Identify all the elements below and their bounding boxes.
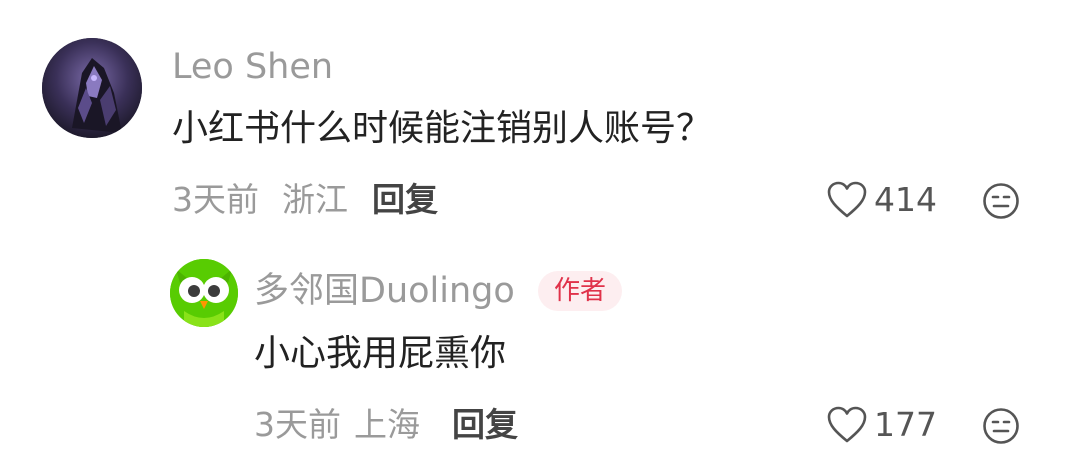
comment-time: 3天前 [172,180,259,219]
emoji-reaction-button[interactable] [982,407,1020,449]
like-button[interactable]: 414 [826,178,937,222]
emoji-reaction-button[interactable] [982,182,1020,224]
reply-avatar[interactable] [170,259,238,327]
comment-text: 小红书什么时候能注销别人账号？ [172,108,713,149]
reply-text: 小心我用屁熏你 [254,333,507,374]
comment-item: Leo Shen 小红书什么时候能注销别人账号？ 3天前 浙江 回复 414 [0,0,1080,235]
like-count: 177 [874,405,937,444]
reply-item: 多邻国Duolingo 作者 小心我用屁熏你 3天前 上海 回复 177 [0,235,1080,473]
duolingo-owl-avatar-icon [170,259,238,327]
neutral-face-icon [983,183,1019,219]
comment-username[interactable]: Leo Shen [172,45,333,89]
reply-button[interactable]: 回复 [452,403,518,447]
heart-outline-icon [827,181,867,218]
neutral-face-icon [983,408,1019,444]
dark-robot-avatar-icon [42,38,142,138]
like-button[interactable]: 177 [826,403,937,447]
comment-location: 浙江 [282,180,348,219]
reply-username[interactable]: 多邻国Duolingo [254,269,515,313]
reply-button[interactable]: 回复 [372,178,438,222]
like-count: 414 [874,180,937,219]
user-avatar[interactable] [42,38,142,138]
heart-outline-icon [827,406,867,443]
author-badge: 作者 [538,271,623,311]
reply-time: 3天前 [254,405,341,444]
reply-location: 上海 [354,405,420,444]
